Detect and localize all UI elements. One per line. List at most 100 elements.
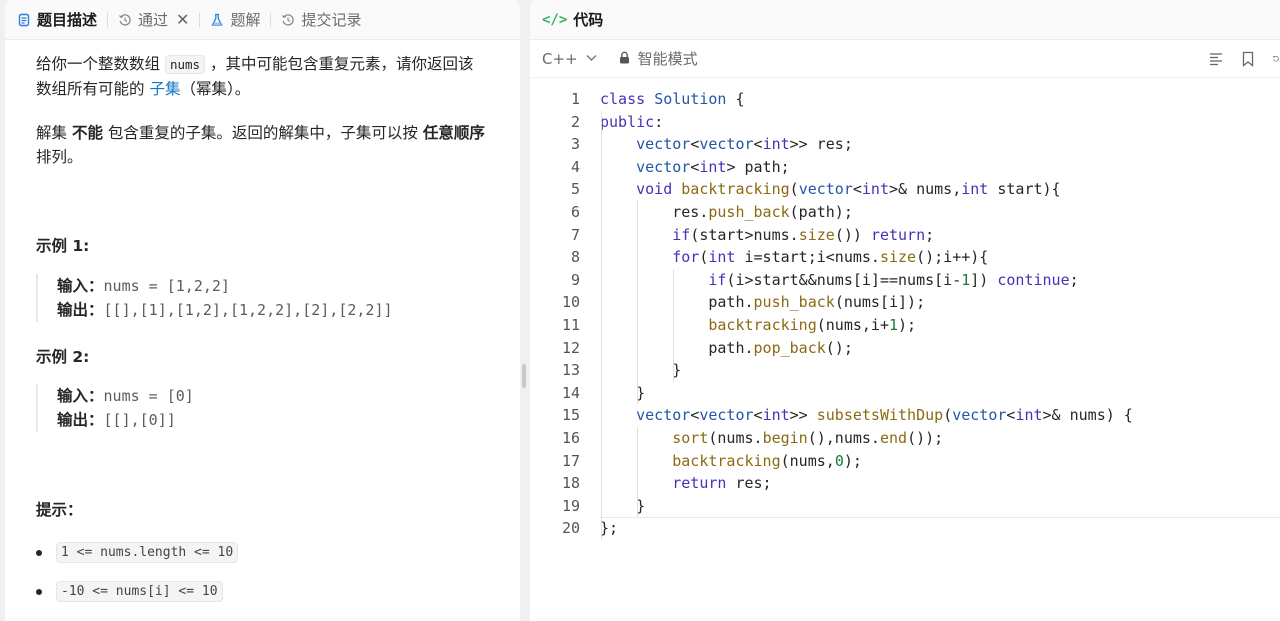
chevron-down-icon	[586, 52, 597, 65]
code-text: public:	[600, 112, 664, 131]
code-text: backtracking(nums,0);	[672, 451, 862, 470]
bookmark-icon[interactable]	[1240, 51, 1256, 67]
code-line[interactable]: 17 backtracking(nums,0);	[530, 450, 1280, 473]
indent-guide	[637, 427, 639, 518]
line-number: 11	[561, 316, 580, 334]
output-value: [[],[1],[1,2],[1,2,2],[2],[2,2]]	[103, 301, 393, 319]
reset-icon[interactable]	[1272, 51, 1280, 67]
code-line[interactable]: 5 void backtracking(vector<int>& nums,in…	[530, 178, 1280, 201]
hint-code: 1 <= nums.length <= 10	[56, 542, 239, 563]
line-number: 2	[570, 112, 580, 131]
example-1-block: 输入：nums = [1,2,2] 输出：[[],[1],[1,2],[1,2,…	[36, 274, 497, 322]
tab-accepted[interactable]: 通过 ✕	[118, 0, 189, 40]
code-line[interactable]: 13 }	[530, 359, 1280, 382]
tab-submissions[interactable]: 提交记录	[281, 0, 361, 40]
code-line[interactable]: 8 for(int i=start;i<nums.size();i++){	[530, 246, 1280, 269]
code-panel: </> 代码 C++ 智能模式 1 class Solution {2 pub…	[530, 0, 1280, 621]
history-icon	[281, 13, 295, 27]
code-line[interactable]: 16 sort(nums.begin(),nums.end());	[530, 427, 1280, 450]
inline-code: nums	[164, 55, 206, 74]
code-line[interactable]: 19 }	[530, 495, 1280, 518]
code-line[interactable]: 1 class Solution {	[530, 88, 1280, 111]
problem-tabbar: 题目描述 通过 ✕ 题解 提交记录	[5, 0, 520, 40]
code-text: return res;	[672, 474, 772, 493]
tab-submissions-label: 提交记录	[301, 11, 362, 29]
code-text: class Solution {	[600, 90, 745, 108]
code-text: for(int i=start;i<nums.size();i++){	[672, 248, 989, 267]
toolbar-actions	[1208, 40, 1280, 78]
code-line[interactable]: 10 path.push_back(nums[i]);	[530, 291, 1280, 314]
hint-item: -10 <= nums[i] <= 10	[36, 581, 223, 602]
problem-statement: 给你一个整数数组 nums ，其中可能包含重复元素，请你返回该数组所有可能的 子…	[36, 52, 486, 101]
tab-divider	[270, 12, 272, 27]
statement-text: 排列。	[36, 148, 83, 166]
language-label: C++	[542, 49, 578, 68]
close-icon[interactable]: ✕	[176, 10, 189, 29]
tab-divider	[107, 12, 109, 27]
line-number: 15	[561, 406, 580, 425]
line-number: 14	[561, 383, 580, 402]
statement-text: 给你一个整数数组	[36, 55, 165, 73]
tab-solutions-label: 题解	[230, 11, 261, 29]
code-text: }	[600, 383, 646, 402]
code-text: vector<vector<int>> res;	[636, 135, 853, 154]
tab-divider	[199, 12, 201, 27]
code-text: }	[600, 361, 682, 380]
example-2-block: 输入：nums = [0] 输出：[[],[0]]	[36, 384, 497, 432]
editor-end-divider	[600, 517, 1280, 519]
example-1-title: 示例 1:	[36, 237, 90, 255]
format-icon[interactable]	[1208, 51, 1224, 67]
statement-text: 包含重复的子集。返回的解集中，子集可以按	[102, 124, 423, 142]
code-text: sort(nums.begin(),nums.end());	[672, 429, 944, 447]
lock-icon	[619, 50, 630, 68]
line-number: 7	[570, 225, 580, 244]
statement-text: （幂集）。	[180, 80, 251, 98]
code-line[interactable]: 9 if(i>start&&nums[i]==nums[i-1]) contin…	[530, 269, 1280, 292]
bullet-icon	[36, 588, 42, 595]
code-line[interactable]: 14 }	[530, 382, 1280, 405]
code-line[interactable]: 2 public:	[530, 111, 1280, 134]
line-number: 4	[570, 157, 580, 176]
code-line[interactable]: 7 if(start>nums.size()) return;	[530, 224, 1280, 247]
problem-description: 给你一个整数数组 nums ，其中可能包含重复元素，请你返回该数组所有可能的 子…	[5, 40, 505, 621]
code-text: vector<int> path;	[636, 157, 790, 176]
code-icon: </>	[542, 11, 568, 28]
code-line[interactable]: 6 res.push_back(path);	[530, 201, 1280, 224]
line-number: 8	[570, 248, 580, 267]
flask-icon	[210, 13, 224, 27]
example-2-output: 输出：[[],[0]]	[57, 408, 497, 432]
line-number: 20	[561, 519, 580, 538]
code-text: vector<vector<int>> subsetsWithDup(vecto…	[636, 406, 1133, 425]
hints-title: 提示：	[36, 501, 83, 519]
indent-guide	[601, 110, 602, 540]
code-editor[interactable]: 1 class Solution {2 public: 3 vector<vector…	[530, 80, 1280, 621]
panel-resize-handle[interactable]	[522, 364, 526, 388]
indent-guide	[637, 201, 639, 405]
bold-text: 不能	[71, 124, 103, 142]
example-2-input: 输入：nums = [0]	[57, 384, 497, 408]
code-line[interactable]: 12 path.pop_back();	[530, 337, 1280, 360]
line-number: 13	[561, 361, 580, 380]
code-line[interactable]: 3 vector<vector<int>> res;	[530, 133, 1280, 156]
code-line[interactable]: 4 vector<int> path;	[530, 156, 1280, 179]
example-1-output: 输出：[[],[1],[1,2],[1,2,2],[2],[2,2]]	[57, 298, 497, 322]
language-select[interactable]: C++	[542, 50, 597, 68]
code-text: void backtracking(vector<int>& nums,int …	[636, 180, 1061, 199]
code-line[interactable]: 11 backtracking(nums,i+1);	[530, 314, 1280, 337]
tab-solutions[interactable]: 题解	[210, 0, 260, 40]
code-line[interactable]: 18 return res;	[530, 472, 1280, 495]
code-text: if(start>nums.size()) return;	[672, 225, 935, 244]
subset-link[interactable]: 子集	[149, 80, 180, 98]
tab-description-label: 题目描述	[37, 11, 98, 29]
output-label: 输出：	[57, 411, 104, 429]
mode-label: 智能模式	[637, 50, 698, 68]
code-line[interactable]: 20};	[530, 517, 1280, 540]
editor-toolbar: C++ 智能模式	[530, 40, 1280, 78]
code-text: };	[600, 519, 619, 538]
input-label: 输入：	[57, 387, 104, 405]
code-text: path.push_back(nums[i]);	[600, 293, 926, 312]
smart-mode-toggle[interactable]: 智能模式	[619, 48, 698, 69]
tab-description[interactable]: 题目描述	[17, 0, 97, 40]
code-line[interactable]: 15 vector<vector<int>> subsetsWithDup(ve…	[530, 404, 1280, 427]
line-number: 16	[561, 429, 580, 447]
